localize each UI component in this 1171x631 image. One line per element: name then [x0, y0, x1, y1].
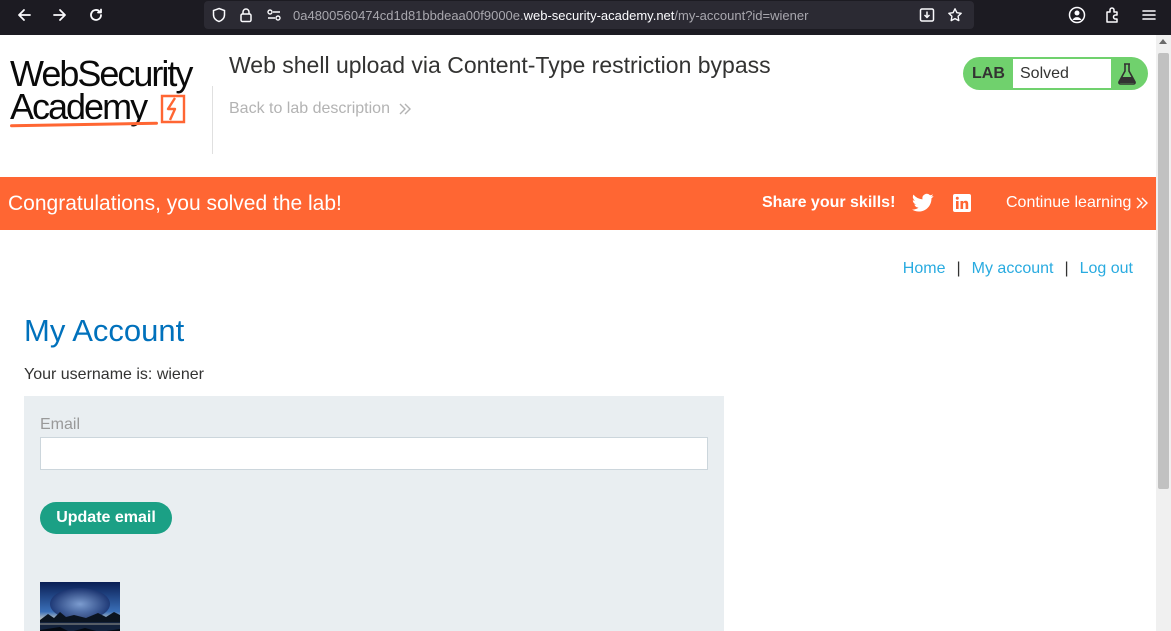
continue-learning-label: Continue learning	[1006, 194, 1132, 211]
username-text: Your username is: wiener	[24, 366, 204, 383]
lab-status-box: Solved	[1013, 59, 1111, 88]
lab-title: Web shell upload via Content-Type restri…	[229, 52, 771, 78]
page-content: WebSecurity Academy Web shell upload via…	[0, 35, 1156, 631]
share-skills-label: Share your skills!	[762, 194, 896, 211]
back-link-label: Back to lab description	[229, 100, 390, 117]
web-security-academy-logo[interactable]: WebSecurity Academy	[9, 56, 210, 131]
nav-my-account-link[interactable]: My account	[972, 260, 1054, 278]
url-prefix: 0a4800560474cd1d81bbdeaa00f9000e.	[293, 8, 524, 23]
update-email-button[interactable]: Update email	[40, 502, 172, 534]
email-field[interactable]	[40, 437, 708, 470]
account-form-panel: Email Update email	[24, 396, 724, 631]
scrollbar-thumb[interactable]	[1158, 53, 1169, 489]
url-host: web-security-academy.net	[523, 8, 675, 23]
twitter-icon[interactable]	[912, 193, 934, 213]
logo-text-line2: Academy	[10, 86, 148, 127]
email-label: Email	[40, 416, 81, 433]
page-title: My Account	[24, 313, 185, 348]
back-icon[interactable]	[9, 0, 39, 30]
scroll-up-arrow-icon[interactable]	[1159, 39, 1167, 44]
extensions-icon[interactable]	[1101, 3, 1125, 27]
shield-icon[interactable]	[209, 5, 229, 25]
lab-status-value: Solved	[1020, 65, 1069, 82]
lock-icon[interactable]	[236, 5, 256, 25]
lab-status-label: LAB	[972, 65, 1005, 82]
logo-bolt-icon	[160, 94, 186, 124]
forward-icon[interactable]	[45, 0, 75, 30]
account-icon[interactable]	[1065, 3, 1089, 27]
lab-status-badge: LAB Solved	[963, 57, 1148, 90]
nav-separator: |	[1064, 260, 1069, 277]
nav-separator: |	[956, 260, 961, 277]
permissions-icon[interactable]	[264, 5, 284, 25]
page-scrollbar[interactable]	[1156, 35, 1171, 631]
double-chevron-right-icon	[1136, 197, 1149, 209]
linkedin-icon[interactable]	[953, 194, 971, 212]
top-navigation: Home | My account | Log out	[903, 260, 1133, 278]
address-bar[interactable]: 0a4800560474cd1d81bbdeaa00f9000e.web-sec…	[204, 1, 974, 29]
header-divider	[212, 86, 213, 154]
back-to-lab-description-link[interactable]: Back to lab description	[229, 100, 412, 118]
url-path: /my-account?id=wiener	[674, 8, 809, 23]
save-page-icon[interactable]	[917, 5, 937, 25]
avatar-image	[40, 582, 120, 631]
bookmark-star-icon[interactable]	[945, 5, 965, 25]
reload-icon[interactable]	[81, 0, 111, 30]
flask-icon	[1118, 63, 1136, 85]
browser-toolbar: 0a4800560474cd1d81bbdeaa00f9000e.web-sec…	[0, 0, 1171, 35]
menu-icon[interactable]	[1137, 3, 1161, 27]
nav-log-out-link[interactable]: Log out	[1080, 260, 1133, 278]
continue-learning-link[interactable]: Continue learning	[1006, 194, 1149, 212]
nav-home-link[interactable]: Home	[903, 260, 946, 278]
congratulations-message: Congratulations, you solved the lab!	[8, 192, 342, 215]
solved-banner: Congratulations, you solved the lab! Sha…	[0, 177, 1156, 230]
double-chevron-right-icon	[399, 103, 411, 115]
url-text[interactable]: 0a4800560474cd1d81bbdeaa00f9000e.web-sec…	[293, 8, 808, 23]
